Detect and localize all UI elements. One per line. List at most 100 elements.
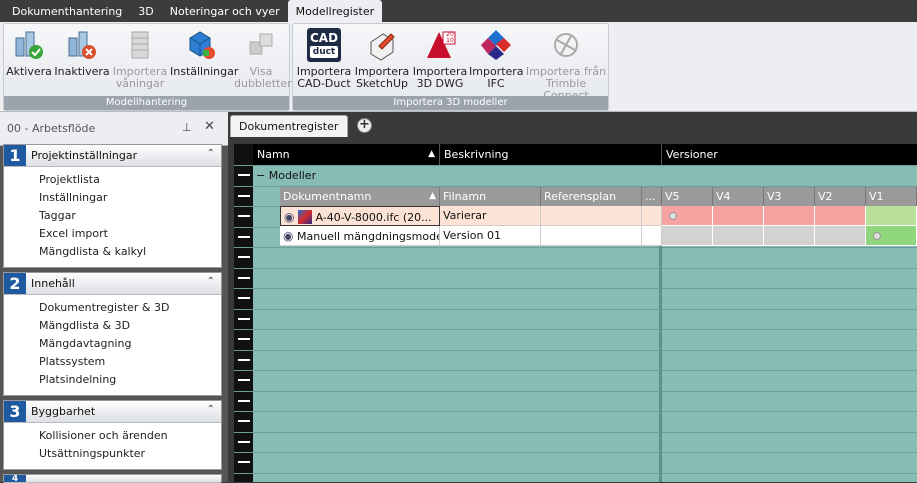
version-cell-v5[interactable] [662, 206, 713, 226]
settings-button[interactable]: Inställningar [170, 26, 238, 96]
eye-icon[interactable]: ◉ [284, 210, 294, 224]
import-sketchup-button[interactable]: Importera SketchUp [353, 26, 411, 96]
row-marker [238, 215, 250, 217]
import-ifc-button[interactable]: Importera IFC [469, 26, 524, 96]
chevron-up-icon[interactable]: ⌃ [207, 148, 215, 159]
list-item[interactable]: Platssystem [4, 353, 221, 371]
version-cell-v1[interactable] [866, 206, 917, 226]
section-header[interactable]: 1 Projektinställningar ⌃ [4, 145, 221, 167]
activate-button[interactable]: Aktivera [6, 26, 52, 96]
row-more-cell[interactable] [642, 226, 662, 246]
section-header[interactable]: 3 Byggbarhet ⌃ [4, 401, 221, 423]
group-caption-modellhantering: Modellhantering [4, 96, 289, 110]
row-marker [238, 277, 250, 279]
section-header[interactable]: 2 Innehåll ⌃ [4, 273, 221, 295]
add-tab-button[interactable]: + [357, 118, 372, 133]
list-item[interactable]: Projektlista [4, 171, 221, 189]
list-item[interactable]: Taggar [4, 207, 221, 225]
duct-icon-text: duct [310, 46, 338, 58]
list-item[interactable]: Mängdlista & 3D [4, 317, 221, 335]
sort-up-icon: ▲ [428, 149, 435, 159]
pin-icon[interactable]: ⊥ [182, 121, 192, 134]
row-file-cell[interactable]: Version 01 [440, 226, 541, 246]
list-item[interactable]: Excel import [4, 225, 221, 243]
cad-icon-text: CAD [309, 31, 339, 45]
subheader-v4[interactable]: V4 [713, 187, 764, 206]
import-floors-button[interactable]: Importera våningar [110, 26, 170, 96]
row-marker [238, 256, 250, 258]
row-more-cell[interactable] [642, 206, 662, 226]
dwg-icon: 20 10 [423, 28, 457, 62]
list-item[interactable]: Kollisioner och ärenden [4, 427, 221, 445]
version-dot [669, 212, 677, 220]
subheader-more[interactable]: ... [642, 187, 662, 206]
version-cell-v2[interactable] [815, 226, 866, 246]
chevron-up-icon[interactable]: ⌃ [207, 404, 215, 415]
tab-dokumentregister[interactable]: Dokumentregister [230, 115, 348, 137]
row-refplan-cell[interactable] [541, 226, 642, 246]
row-marker [238, 441, 250, 443]
version-cell-v1[interactable] [866, 226, 917, 246]
subheader-v2[interactable]: V2 [815, 187, 866, 206]
eye-icon[interactable]: ◉ [283, 229, 293, 243]
subheader-v3[interactable]: V3 [764, 187, 815, 206]
sketchup-label: Importera SketchUp [354, 65, 410, 90]
tab-3d[interactable]: 3D [130, 0, 161, 22]
import-trimble-button[interactable]: Importera från Trimble Connect [525, 26, 607, 102]
version-cell-v5[interactable] [662, 226, 713, 246]
show-duplicates-button[interactable]: Visa dubbletter [234, 26, 292, 96]
tab-noteringar[interactable]: Noteringar och vyer [162, 0, 288, 22]
version-cell-v3[interactable] [764, 226, 815, 246]
col-header-versions[interactable]: Versioner [662, 144, 917, 165]
table-row[interactable]: ◉ Manuell mängdningsmodell [280, 226, 440, 246]
cad-duct-icon: CAD duct [307, 28, 341, 62]
subheader-label: Dokumentnamn [283, 190, 372, 203]
tab-modellregister[interactable]: Modellregister [287, 0, 383, 22]
collapse-icon[interactable]: − [256, 169, 265, 182]
list-item[interactable]: Dokumentregister & 3D [4, 299, 221, 317]
list-item[interactable]: Platsindelning [4, 371, 221, 389]
subheader-docname[interactable]: Dokumentnamn ▲ [280, 187, 440, 206]
section-byggbarhet: 3 Byggbarhet ⌃ Kollisioner och ärenden U… [3, 400, 222, 470]
grid-row-line [234, 432, 917, 433]
workflow-panel: 00 - Arbetsflöde ⊥ ✕ 1 Projektinställnin… [0, 112, 228, 483]
grid-row-line [234, 473, 917, 474]
subheader-v1[interactable]: V1 [866, 187, 917, 206]
subheader-v5[interactable]: V5 [662, 187, 713, 206]
dwg-label: Importera 3D DWG [412, 65, 468, 90]
row-marker [238, 318, 250, 320]
group-row-modeller[interactable]: − Modeller [256, 167, 316, 185]
deactivate-button[interactable]: Inaktivera [54, 26, 110, 96]
close-icon[interactable]: ✕ [204, 119, 215, 134]
ifc-file-icon [297, 210, 312, 224]
ribbon: Aktivera Inaktivera Importera våningar I… [0, 22, 917, 112]
subheader-refplan[interactable]: Referensplan [541, 187, 642, 206]
version-cell-v3[interactable] [764, 206, 815, 226]
subheader-filename[interactable]: Filnamn [440, 187, 541, 206]
version-cell-v4[interactable] [713, 226, 764, 246]
import-cad-duct-button[interactable]: CAD duct Importera CAD-Duct [295, 26, 353, 96]
list-item[interactable]: Mängdavtagning [4, 335, 221, 353]
row-marker [238, 174, 250, 176]
row-file-cell[interactable]: Varierar [440, 206, 541, 226]
deactivate-label: Inaktivera [54, 65, 110, 78]
tab-dokumenthantering[interactable]: Dokumenthantering [4, 0, 130, 22]
dwg-icon-text: 20 10 [446, 31, 454, 44]
section-number: 3 [4, 401, 26, 422]
row-marker [238, 420, 250, 422]
sketchup-icon [365, 28, 399, 62]
section-title: Innehåll [31, 277, 75, 290]
col-header-description[interactable]: Beskrivning [440, 144, 662, 165]
import-3d-dwg-button[interactable]: 20 10 Importera 3D DWG [411, 26, 469, 96]
chevron-up-icon[interactable]: ⌃ [207, 276, 215, 287]
list-item[interactable]: Mängdlista & kalkyl [4, 243, 221, 261]
activate-label: Aktivera [6, 65, 52, 78]
row-refplan-cell[interactable] [541, 206, 642, 226]
list-item[interactable]: Utsättningspunkter [4, 445, 221, 463]
version-cell-v4[interactable] [713, 206, 764, 226]
list-item[interactable]: Inställningar [4, 189, 221, 207]
version-cell-v2[interactable] [815, 206, 866, 226]
col-header-name[interactable]: Namn ▲ [253, 144, 440, 165]
section-title: Byggbarhet [31, 405, 96, 418]
table-row[interactable]: ◉ A-40-V-8000.ifc (20... [280, 206, 440, 226]
